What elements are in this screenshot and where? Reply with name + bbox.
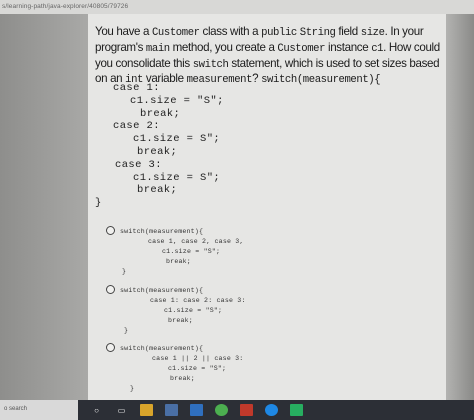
taskbar: o search ○ ▭ (0, 400, 474, 420)
question-text: You have a Customer class with a public … (95, 25, 440, 87)
code-line: case 1: (113, 82, 160, 94)
store-icon[interactable] (165, 404, 178, 416)
monitor-bezel-right (446, 0, 474, 400)
option-1[interactable]: switch(measurement){case 1, case 2, case… (110, 227, 244, 277)
mail-icon[interactable] (190, 404, 203, 416)
app-icon-2[interactable] (290, 404, 303, 416)
chrome-icon[interactable] (215, 404, 228, 416)
option-3[interactable]: switch(measurement){case 1 || 2 || case … (110, 344, 243, 394)
code-line: break; (137, 184, 178, 197)
edge-icon[interactable] (265, 404, 278, 416)
task-view-icon[interactable]: ▭ (115, 404, 128, 416)
code-block: case 1: c1.size = "S"; break; case 2: c1.siz… (95, 82, 224, 210)
monitor-bezel-left (0, 0, 88, 400)
code-line: case 3: (115, 158, 162, 171)
option-2[interactable]: switch(measurement){case 1: case 2: case… (110, 286, 246, 336)
app-icon[interactable] (240, 404, 253, 416)
code-line: } (95, 197, 102, 210)
code-line: c1.size = S"; (133, 133, 221, 146)
url-text: s/learning-path/java-explorer/40805/7972… (2, 3, 129, 10)
file-explorer-icon[interactable] (140, 404, 153, 416)
taskbar-search[interactable]: o search (0, 400, 78, 420)
code-line: c1.size = S"; (133, 171, 221, 184)
code-line: break; (140, 107, 181, 120)
address-bar[interactable]: s/learning-path/java-explorer/40805/7972… (0, 0, 474, 14)
cortana-icon[interactable]: ○ (90, 404, 103, 416)
code-line: case 2: (113, 120, 160, 133)
question-page: You have a Customer class with a public … (88, 14, 446, 400)
code-line: c1.size = "S"; (130, 94, 224, 107)
code-line: break; (137, 145, 178, 158)
